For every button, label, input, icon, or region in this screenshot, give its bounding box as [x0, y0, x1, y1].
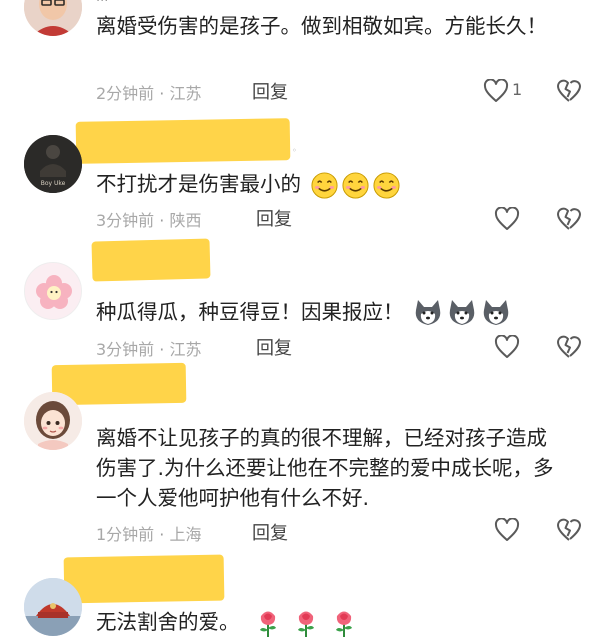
location: 江苏	[169, 340, 202, 359]
like-count: 1	[512, 80, 523, 99]
separator: ·	[159, 340, 165, 359]
like-icon[interactable]	[494, 517, 520, 542]
rose-emoji-icon	[260, 611, 277, 637]
avatar[interactable]	[24, 578, 82, 636]
location: 江苏	[169, 84, 202, 103]
husky-emoji-row	[404, 300, 513, 325]
comment-meta: 3分钟前 · 陕西	[96, 207, 201, 231]
broken-heart-icon[interactable]	[556, 206, 582, 232]
username-redacted	[91, 238, 211, 282]
avatar[interactable]	[24, 392, 82, 450]
separator: ·	[159, 84, 165, 103]
reply-button[interactable]: 回复	[252, 78, 288, 104]
previous-comment-meta-clipped: ···	[96, 0, 276, 6]
broken-heart-icon[interactable]	[556, 334, 582, 360]
comment-text-body: 不打扰才是伤害最小的	[96, 172, 301, 196]
timestamp: 2分钟前	[96, 84, 155, 103]
comment-text: 不打扰才是伤害最小的	[96, 169, 401, 200]
like-icon[interactable]	[494, 334, 520, 359]
reply-button[interactable]: 回复	[256, 205, 292, 231]
husky-dog-emoji-icon	[449, 300, 475, 325]
husky-dog-emoji-icon	[415, 300, 441, 325]
reply-button[interactable]: 回复	[252, 519, 288, 545]
timestamp: 3分钟前	[96, 340, 155, 359]
clipped-text: ···	[96, 0, 108, 6]
smile-emoji-icon	[310, 171, 338, 199]
smile-emoji-icon	[372, 171, 400, 199]
comment-text: 离婚不让见孩子的真的很不理解，已经对孩子造成伤害了.为什么还要让他在不完整的爱中…	[96, 426, 554, 510]
tag-mark: ◦	[292, 146, 297, 155]
rose-emoji-icon	[336, 611, 353, 637]
comment-meta: 2分钟前 · 江苏	[96, 80, 201, 104]
username-redacted	[75, 118, 291, 164]
separator: ·	[159, 211, 165, 230]
timestamp: 1分钟前	[96, 525, 155, 544]
comment-text: 离婚受伤害的是孩子。做到相敬如宾。方能长久！	[96, 14, 547, 38]
like-icon[interactable]	[483, 78, 509, 103]
rose-emoji-icon	[298, 611, 315, 637]
comment-meta: 3分钟前 · 江苏	[96, 336, 201, 360]
separator: ·	[159, 525, 165, 544]
comment-meta: 1分钟前 · 上海	[96, 521, 201, 545]
location: 陕西	[169, 211, 202, 230]
comment-text: 种瓜得瓜，种豆得豆！因果报应！	[96, 297, 512, 328]
comment-text: 无法割舍的爱。	[96, 607, 360, 638]
husky-dog-emoji-icon	[483, 300, 509, 325]
reply-button[interactable]: 回复	[256, 334, 292, 360]
avatar[interactable]: Boy Uke	[24, 135, 82, 193]
like-icon[interactable]	[494, 206, 520, 231]
username-redacted	[63, 554, 225, 604]
comment-text-body: 种瓜得瓜，种豆得豆！因果报应！	[96, 300, 404, 324]
comment-text-body: 无法割舍的爱。	[96, 610, 240, 634]
timestamp: 3分钟前	[96, 211, 155, 230]
rose-emoji-row	[240, 610, 361, 637]
broken-heart-icon[interactable]	[556, 78, 582, 104]
smile-emoji-icon	[341, 171, 369, 199]
smiley-emoji-row	[301, 171, 401, 199]
avatar[interactable]	[24, 262, 82, 320]
location: 上海	[169, 525, 202, 544]
avatar-caption: Boy Uke	[41, 180, 66, 187]
avatar[interactable]	[24, 0, 82, 36]
broken-heart-icon[interactable]	[556, 517, 582, 543]
